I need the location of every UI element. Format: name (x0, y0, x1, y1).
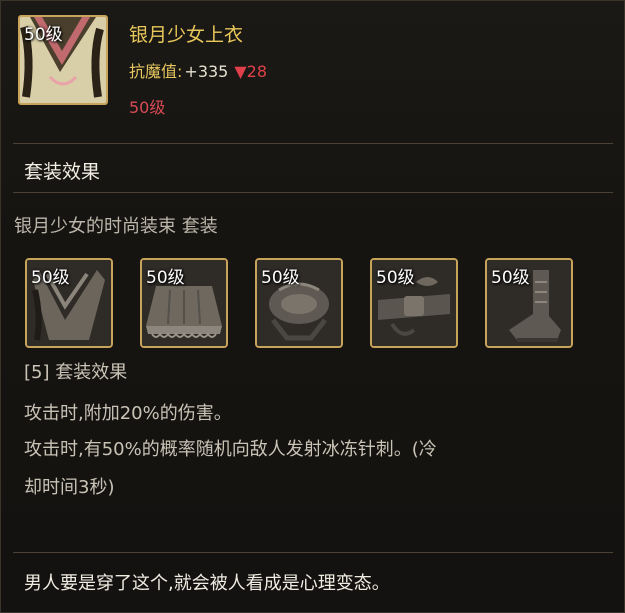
divider (13, 143, 613, 144)
divider (13, 192, 613, 193)
set-piece-level: 50级 (376, 268, 415, 288)
required-level: 50级 (129, 98, 166, 117)
set-name: 银月少女的时尚装束 套装 (14, 216, 218, 237)
item-name: 银月少女上衣 (129, 24, 244, 46)
set-piece-top[interactable]: 50级 (25, 258, 113, 348)
item-icon[interactable]: 50级 (18, 15, 108, 105)
set-piece-belt[interactable]: 50级 (370, 258, 458, 348)
divider (13, 552, 613, 553)
item-level-badge: 50级 (24, 25, 63, 45)
set-piece-level: 50级 (31, 268, 70, 288)
stat-line: 抗魔值: +335 ▼28 (129, 58, 267, 82)
item-tooltip: 50级 银月少女上衣 抗魔值: +335 ▼28 50级 套装效果 银月少女的时尚装… (0, 0, 625, 613)
stat-label: 抗魔值: (129, 62, 183, 81)
flavor-text: 男人要是穿了这个,就会被人看成是心理变态。 (24, 573, 390, 594)
set-piece-skirt[interactable]: 50级 (140, 258, 228, 348)
set-bonus-line: 攻击时,附加20%的伤害。 (24, 403, 232, 424)
set-piece-shoulder[interactable]: 50级 (255, 258, 343, 348)
set-effect-heading: 套装效果 (24, 161, 101, 183)
set-bonus-line: 攻击时,有50%的概率随机向敌人发射冰冻针刺。(冷 (24, 439, 437, 460)
set-piece-level: 50级 (491, 268, 530, 288)
set-piece-level: 50级 (146, 268, 185, 288)
set-bonus-line: 却时间3秒) (24, 477, 115, 498)
set-bonus-title: [5] 套装效果 (24, 362, 128, 383)
set-piece-level: 50级 (261, 268, 300, 288)
set-piece-shoes[interactable]: 50级 (485, 258, 573, 348)
stat-decrease: ▼28 (234, 62, 268, 81)
stat-value: +335 (184, 62, 229, 81)
